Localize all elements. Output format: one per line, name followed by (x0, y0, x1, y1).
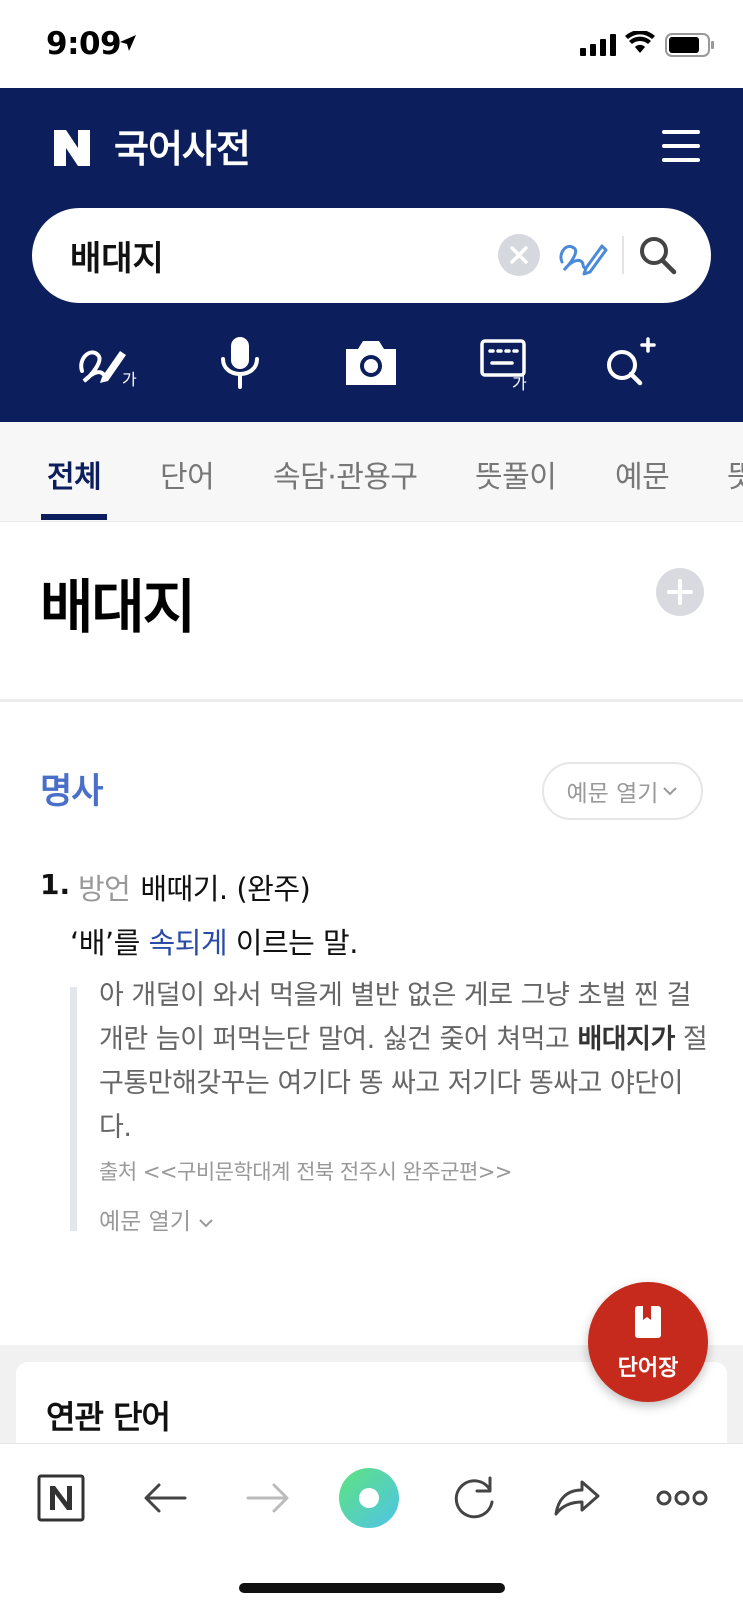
bookmark-book-icon (635, 1306, 661, 1338)
section-divider (0, 699, 743, 702)
example-source: 출처 <<구비문학대계 전북 전주시 완주군편>> (99, 1160, 513, 1184)
green-dot-assistant-icon[interactable] (339, 1468, 399, 1528)
search-icon[interactable] (636, 232, 680, 278)
add-to-wordbook-button[interactable] (656, 568, 704, 616)
microphone-icon[interactable] (205, 333, 275, 393)
wifi-icon (625, 31, 655, 53)
gloss-text: ‘배’를 (70, 926, 149, 960)
home-indicator (239, 1583, 505, 1593)
definition-gloss: ‘배’를 속되게 이르는 말. (70, 920, 358, 962)
back-arrow-icon[interactable] (135, 1468, 195, 1528)
handwriting-input-icon[interactable]: 가 (76, 333, 146, 393)
clear-search-button[interactable] (498, 234, 540, 276)
svg-text:가: 가 (122, 370, 137, 389)
dialect-tag: 방언 (78, 872, 131, 906)
cellular-signal-icon (580, 34, 616, 56)
svg-text:가: 가 (512, 374, 527, 393)
example-highlight: 배대지가 (577, 1024, 675, 1055)
gloss-text-end: 이르는 말. (227, 926, 359, 960)
zoom-add-search-icon[interactable] (600, 333, 670, 393)
location-arrow-icon (120, 35, 136, 51)
status-time: 9:09 (46, 26, 122, 62)
forward-arrow-icon[interactable] (238, 1468, 298, 1528)
part-of-speech: 명사 (40, 772, 103, 812)
share-icon[interactable] (548, 1468, 608, 1528)
more-examples-label: 예문 열기 (99, 1209, 191, 1235)
gloss-link[interactable]: 속되게 (149, 926, 228, 960)
handwriting-pen-icon[interactable] (556, 232, 608, 278)
browser-toolbar (0, 1443, 743, 1609)
tab-more[interactable]: 뜻 (727, 452, 743, 496)
wordbook-button[interactable]: 단어장 (588, 1282, 708, 1402)
standard-form: 배때기. (완주) (140, 872, 311, 906)
category-tabs: 전체 단어 속담·관용구 뜻풀이 예문 뜻 (0, 422, 743, 522)
example-quote-bar (70, 987, 77, 1231)
tab-all[interactable]: 전체 (47, 452, 102, 496)
open-examples-button[interactable]: 예문 열기 (542, 762, 703, 820)
more-examples-button[interactable]: 예문 열기 (99, 1202, 214, 1236)
tab-idiom[interactable]: 속담·관용구 (273, 452, 418, 496)
tab-word[interactable]: 단어 (160, 452, 215, 496)
camera-icon[interactable] (336, 333, 406, 393)
definition-number: 1. (40, 868, 71, 901)
chevron-down-icon (199, 1219, 213, 1228)
app-title[interactable]: 국어사전 (114, 118, 251, 173)
naver-logo[interactable] (52, 128, 92, 168)
battery-icon (665, 33, 714, 57)
wordbook-label: 단어장 (617, 1356, 679, 1381)
naver-home-icon[interactable] (31, 1468, 91, 1528)
keyboard-input-icon[interactable]: 가 (468, 333, 538, 393)
tab-meaning[interactable]: 뜻풀이 (475, 452, 557, 496)
open-examples-label: 예문 열기 (566, 781, 659, 807)
active-tab-indicator (41, 514, 107, 520)
search-tools: 가 가 (0, 333, 743, 397)
tab-example[interactable]: 예문 (615, 452, 670, 496)
refresh-icon[interactable] (444, 1468, 504, 1528)
search-bar (32, 208, 711, 303)
search-input[interactable] (70, 233, 490, 277)
related-words-title: 연관 단어 (46, 1398, 171, 1436)
search-divider (622, 236, 624, 274)
hamburger-menu-icon[interactable] (662, 130, 700, 162)
chevron-down-icon (663, 787, 678, 796)
app-header: 국어사전 가 가 (0, 88, 743, 422)
definition-line: 방언 배때기. (완주) (78, 866, 311, 908)
status-bar: 9:09 (0, 0, 743, 88)
close-icon (510, 246, 528, 264)
example-sentence: 아 개덜이 와서 먹을게 별반 없은 게로 그냥 초벌 찐 걸개란 늠이 퍼먹는… (99, 974, 709, 1150)
more-options-icon[interactable] (652, 1468, 712, 1528)
entry-word: 배대지 (40, 573, 196, 641)
plus-icon (667, 579, 693, 605)
